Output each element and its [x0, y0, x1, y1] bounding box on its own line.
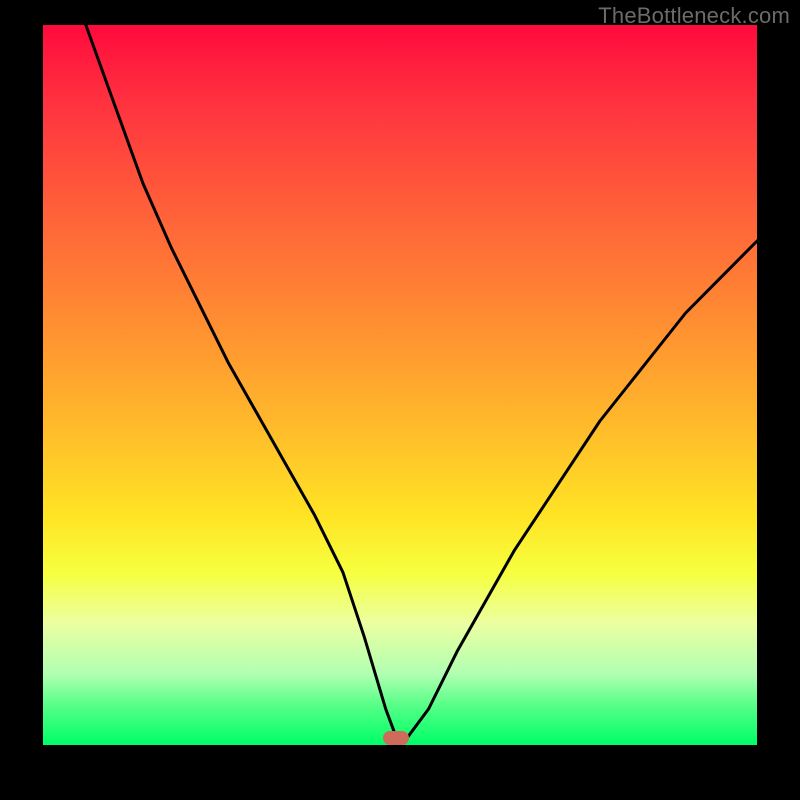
curve-path	[86, 25, 757, 738]
chart-frame: TheBottleneck.com	[0, 0, 800, 800]
bottleneck-curve	[43, 25, 757, 745]
watermark-text: TheBottleneck.com	[598, 3, 790, 29]
optimal-point-marker	[383, 731, 409, 745]
plot-area	[43, 25, 757, 745]
